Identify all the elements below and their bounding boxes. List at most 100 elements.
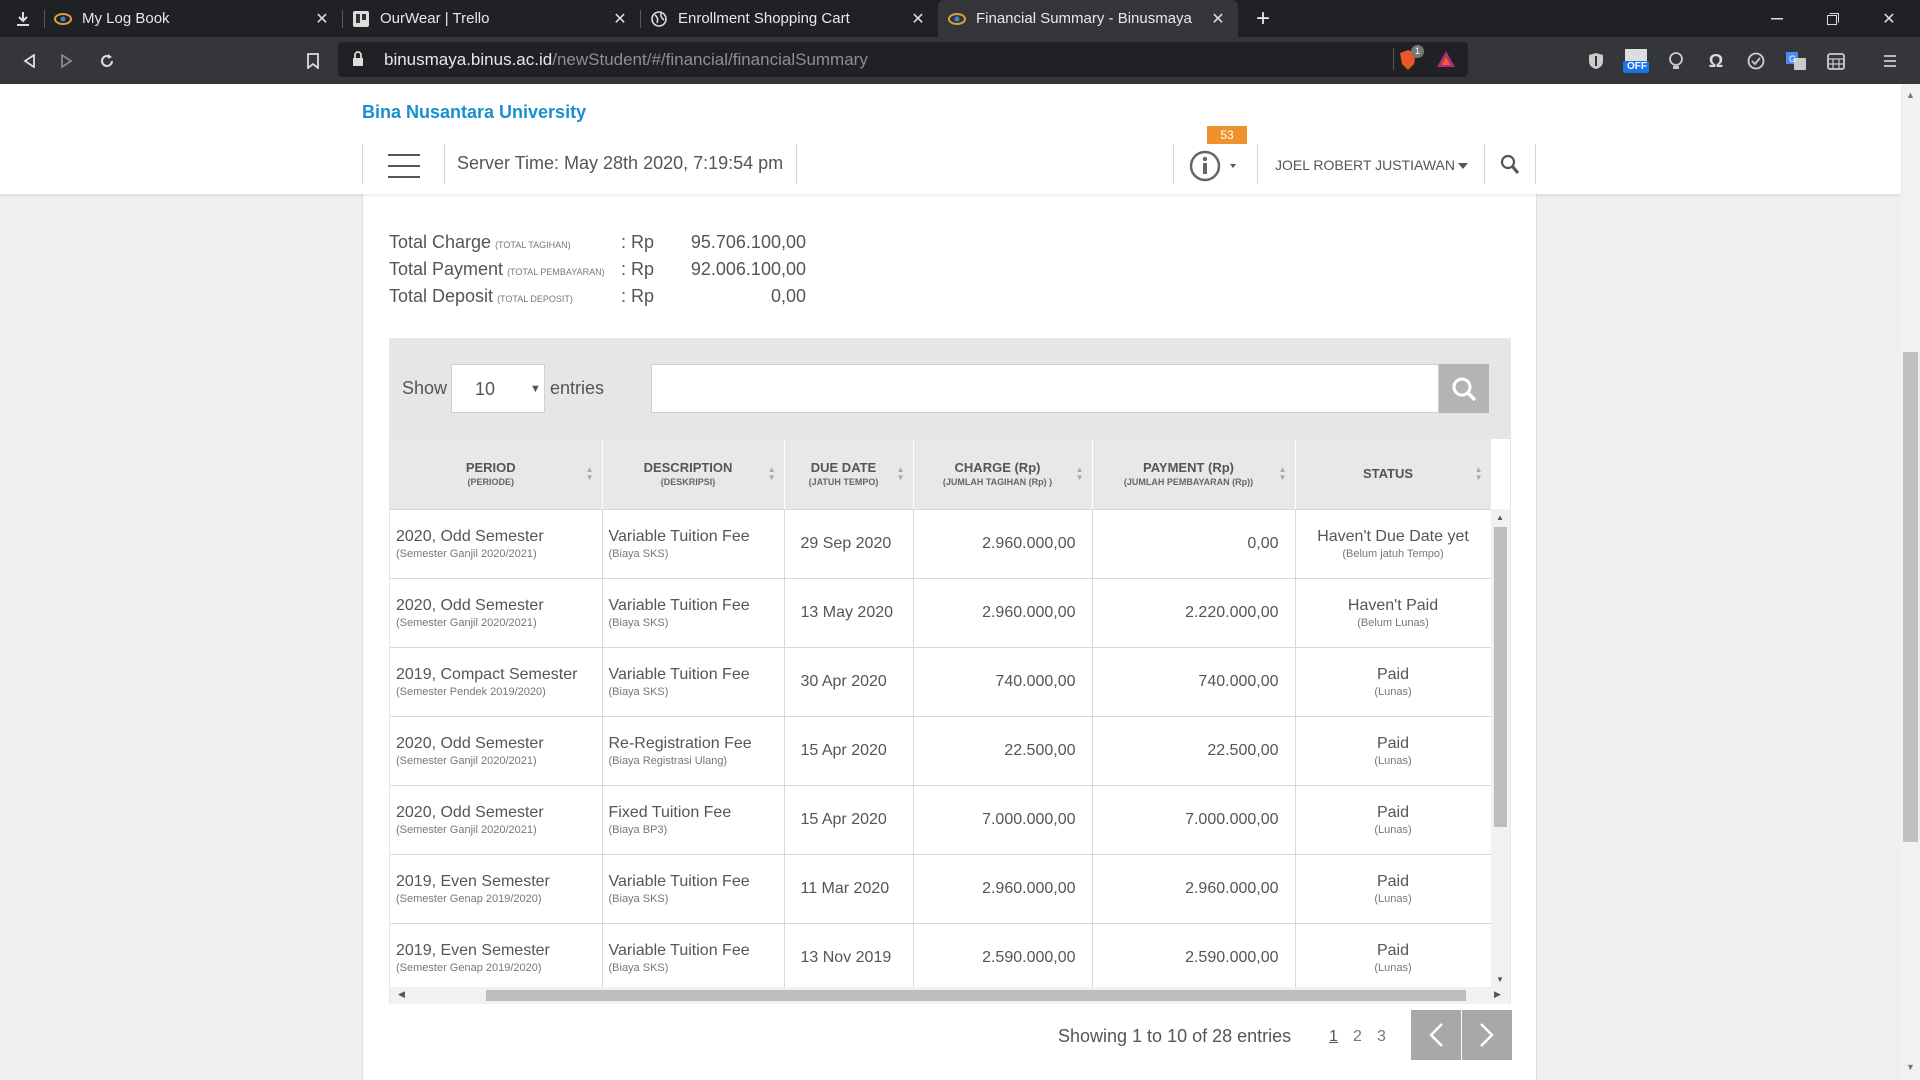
close-icon[interactable]: ✕ (1208, 9, 1228, 29)
minimize-icon[interactable] (1754, 0, 1800, 37)
table-row: 2020, Odd Semester (Semester Ganjil 2020/… (390, 509, 1492, 579)
total-charge-label: Total Charge (TOTAL TAGIHAN) (389, 232, 571, 252)
browser-tab-bar: My Log Book ✕ OurWear | Trello ✕ Enrollm… (0, 0, 1920, 37)
scroll-down-icon[interactable]: ▼ (1906, 1062, 1915, 1072)
tab-enrollment-cart[interactable]: Enrollment Shopping Cart ✕ (640, 0, 938, 37)
table-vertical-scrollbar[interactable]: ▲ ▼ (1491, 509, 1510, 987)
status-cell: Paid (Lunas) (1295, 647, 1492, 717)
table-search-button[interactable] (1439, 364, 1489, 413)
chevron-down-icon[interactable] (1458, 163, 1468, 169)
new-tab-icon[interactable]: + (1248, 0, 1278, 37)
notification-button[interactable] (1186, 146, 1246, 186)
total-deposit-value: 0,00 (770, 286, 806, 306)
page-link-3[interactable]: 3 (1377, 1028, 1386, 1046)
scroll-up-icon[interactable]: ▲ (1906, 90, 1915, 100)
chevron-left-icon (1429, 1023, 1443, 1047)
scroll-right-icon[interactable]: ▶ (1494, 989, 1501, 1000)
forward-icon[interactable] (52, 46, 82, 76)
omega-icon[interactable]: Ω (1706, 51, 1726, 71)
brave-rewards-icon[interactable] (1436, 50, 1456, 73)
close-window-icon[interactable]: ✕ (1866, 0, 1912, 37)
scroll-left-icon[interactable]: ◀ (398, 989, 405, 1000)
table-row: 2019, Compact Semester (Semester Pendek 2… (390, 647, 1492, 717)
scroll-thumb[interactable] (1903, 352, 1918, 842)
scroll-thumb[interactable] (1494, 527, 1507, 827)
caret-down-icon: ▼ (530, 383, 541, 395)
next-page-button[interactable] (1462, 1010, 1512, 1060)
chevron-right-icon (1480, 1023, 1494, 1047)
lightbulb-icon[interactable] (1666, 51, 1686, 71)
page-link-1[interactable]: 1 (1329, 1028, 1338, 1046)
url-text: binusmaya.binus.ac.id/newStudent/#/finan… (384, 50, 868, 69)
download-icon[interactable] (10, 0, 36, 37)
due-date-cell: 11 Mar 2020 (784, 854, 914, 924)
server-time: Server Time: May 28th 2020, 7:19:54 pm (457, 153, 784, 173)
description-cell: Variable Tuition Fee (Biaya SKS) (602, 854, 785, 924)
back-icon[interactable] (14, 46, 44, 76)
lock-icon (352, 51, 364, 72)
description-cell: Fixed Tuition Fee (Biaya BP3) (602, 785, 785, 855)
tab-financial-summary[interactable]: Financial Summary - Binusmaya ✕ (938, 0, 1238, 37)
column-header-status[interactable]: STATUS ▲ ▼ (1295, 439, 1492, 510)
translate-icon[interactable]: G (1786, 51, 1806, 71)
tab-title: Enrollment Shopping Cart (678, 10, 850, 27)
period-cell: 2020, Odd Semester (Semester Ganjil 2020/… (390, 785, 603, 855)
university-name[interactable]: Bina Nusantara University (362, 102, 586, 123)
due-date-cell: 15 Apr 2020 (784, 716, 914, 786)
binus-eye-icon (948, 10, 966, 28)
close-icon[interactable]: ✕ (312, 9, 332, 29)
column-header-description[interactable]: DESCRIPTION (DESKRIPSI) ▲ ▼ (602, 439, 785, 510)
page-scrollbar[interactable]: ▲ ▼ (1901, 84, 1920, 1080)
page-link-2[interactable]: 2 (1353, 1028, 1362, 1046)
shield-extension-icon[interactable] (1586, 51, 1606, 71)
tab-title: My Log Book (82, 10, 170, 27)
column-header-charge[interactable]: CHARGE (Rp) (JUMLAH TAGIHAN (Rp) ) ▲ ▼ (913, 439, 1093, 510)
bookmark-icon[interactable] (298, 46, 328, 76)
menu-kebab-icon[interactable] (1880, 51, 1900, 71)
description-cell: Variable Tuition Fee (Biaya SKS) (602, 578, 785, 648)
period-cell: 2019, Compact Semester (Semester Pendek 2… (390, 647, 603, 717)
scroll-thumb[interactable] (486, 990, 1466, 1001)
financial-table: PERIOD (PERIODE) ▲ ▼ DESCRIPTION (DESKRIPSI)… (390, 439, 1492, 993)
calendar-icon[interactable] (1826, 51, 1846, 71)
search-icon[interactable] (1500, 154, 1520, 181)
reload-icon[interactable] (92, 46, 122, 76)
table-search-input[interactable] (651, 364, 1439, 413)
close-icon[interactable]: ✕ (908, 9, 928, 29)
previous-page-button[interactable] (1411, 1010, 1461, 1060)
total-charge-currency: : Rp (621, 232, 655, 252)
table-row: 2019, Even Semester (Semester Genap 2019/… (390, 923, 1492, 993)
table-scroll-area[interactable]: PERIOD (PERIODE) ▲ ▼ DESCRIPTION (DESKRIPSI)… (390, 439, 1510, 1004)
close-icon[interactable]: ✕ (610, 9, 630, 29)
total-charge-value: 95.706.100,00 (690, 232, 806, 252)
checkmark-circle-icon[interactable] (1746, 51, 1766, 71)
globe-icon (650, 10, 668, 28)
show-label: Show (402, 378, 448, 398)
charge-cell: 740.000,00 (913, 647, 1093, 717)
charge-cell: 2.960.000,00 (913, 578, 1093, 648)
hamburger-menu-icon[interactable] (388, 154, 420, 178)
description-cell: Variable Tuition Fee (Biaya SKS) (602, 923, 785, 993)
address-bar[interactable]: binusmaya.binus.ac.id/newStudent/#/finan… (338, 42, 1468, 77)
tab-ourwear-trello[interactable]: OurWear | Trello ✕ (342, 0, 640, 37)
total-deposit-label: Total Deposit (TOTAL DEPOSIT) (389, 286, 573, 306)
tab-my-log-book[interactable]: My Log Book ✕ (44, 0, 342, 37)
extension-off-icon[interactable]: OFF (1622, 47, 1650, 75)
user-menu[interactable]: JOEL ROBERT JUSTIAWAN (1275, 157, 1455, 173)
trello-icon (352, 10, 370, 28)
table-horizontal-scrollbar[interactable]: ◀ ▶ (390, 987, 1510, 1004)
column-header-due-date[interactable]: DUE DATE (JATUH TEMPO) ▲ ▼ (784, 439, 914, 510)
due-date-cell: 15 Apr 2020 (784, 785, 914, 855)
notification-badge: 53 (1207, 126, 1247, 144)
payment-cell: 740.000,00 (1092, 647, 1296, 717)
entries-per-page-select[interactable]: 10 ▼ (451, 364, 545, 413)
table-row: 2020, Odd Semester (Semester Ganjil 2020/… (390, 578, 1492, 648)
restore-icon[interactable] (1810, 0, 1856, 37)
due-date-cell: 13 Nov 2019 (784, 923, 914, 993)
column-header-period[interactable]: PERIOD (PERIODE) ▲ ▼ (390, 439, 603, 510)
column-header-payment[interactable]: PAYMENT (Rp) (JUMLAH PEMBAYARAN (Rp)) ▲ ▼ (1092, 439, 1296, 510)
scroll-up-icon[interactable]: ▲ (1496, 513, 1504, 522)
sort-icon: ▲ ▼ (585, 465, 594, 482)
scroll-down-icon[interactable]: ▼ (1496, 975, 1504, 984)
status-cell: Paid (Lunas) (1295, 785, 1492, 855)
